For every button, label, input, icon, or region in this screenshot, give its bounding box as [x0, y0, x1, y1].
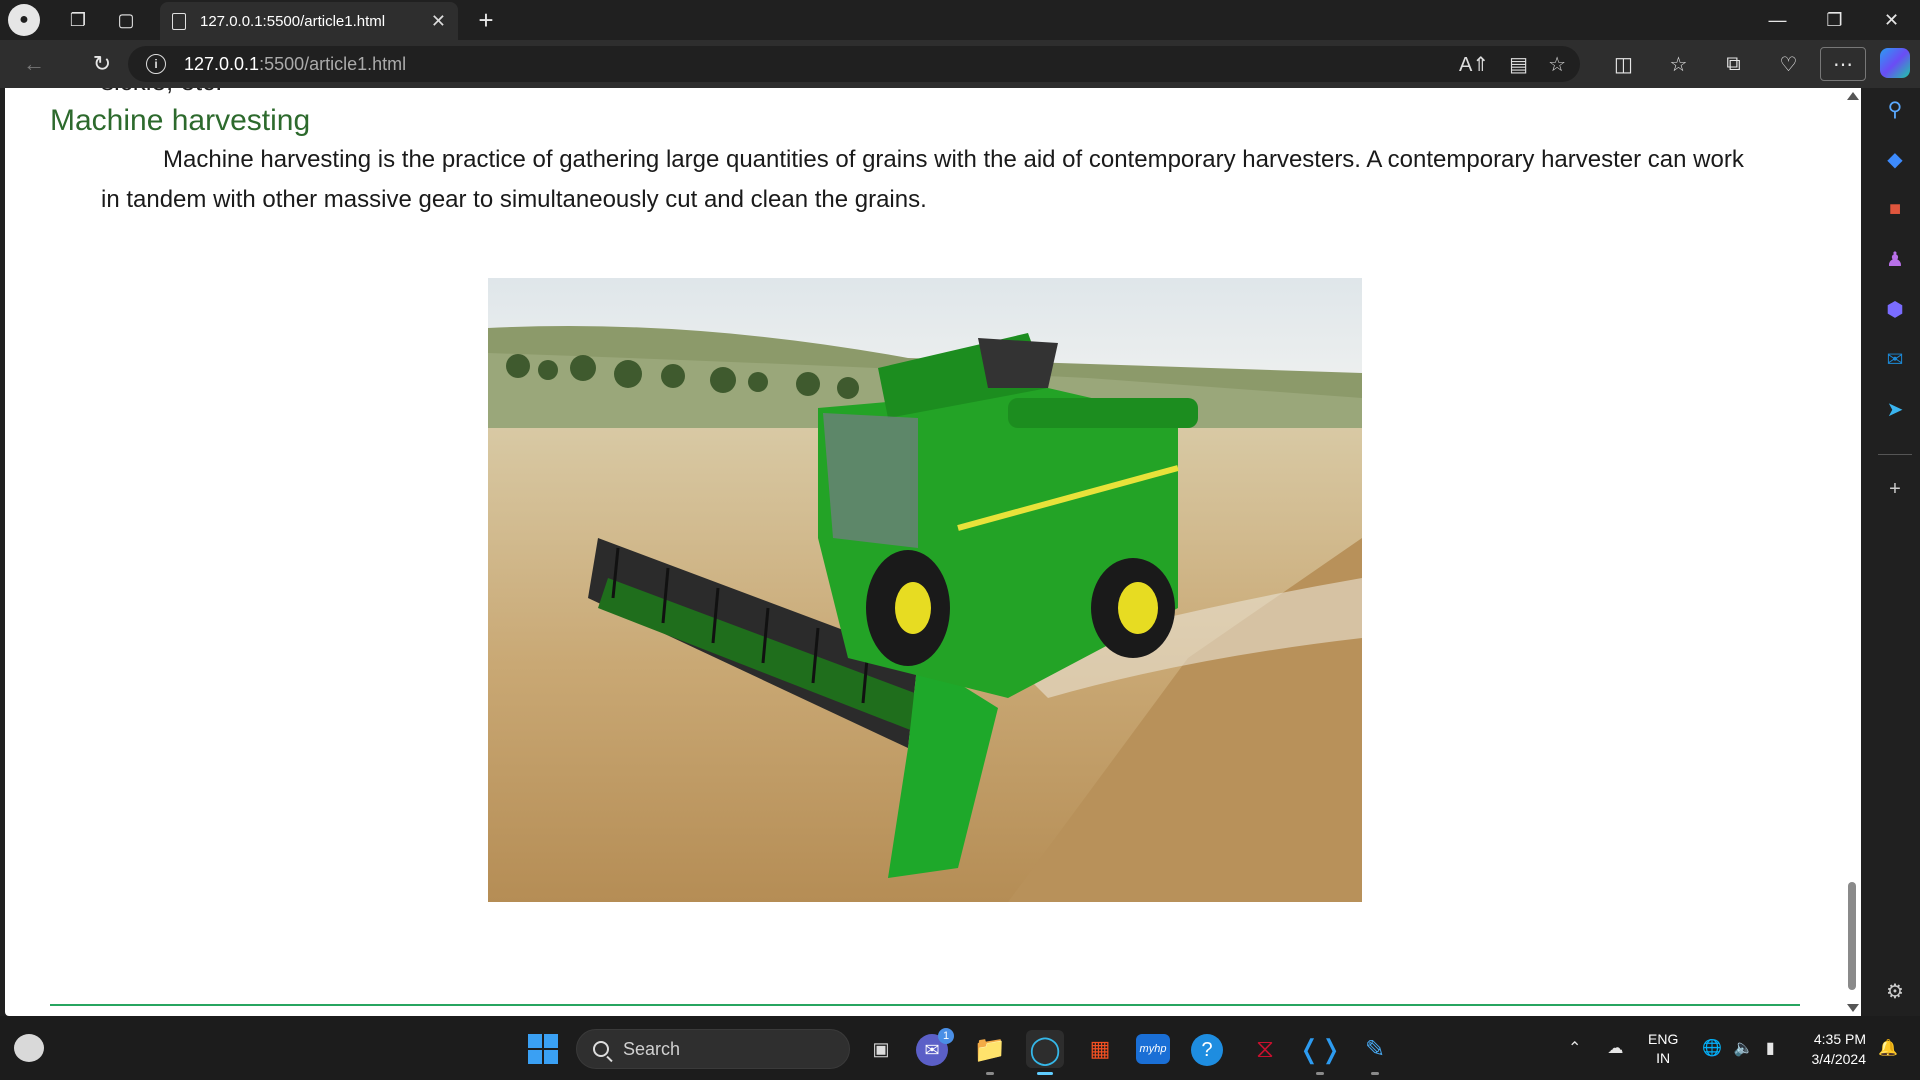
task-view-icon[interactable]: ▣	[862, 1030, 900, 1068]
system-clock[interactable]: 4:35 PM 3/4/2024	[1802, 1029, 1867, 1069]
sidebar-microsoft365-icon[interactable]: ⬢	[1880, 294, 1910, 324]
taskbar-search[interactable]: Search	[576, 1029, 850, 1069]
split-screen-icon[interactable]: ◫	[1596, 44, 1651, 84]
scroll-down-arrow-icon[interactable]	[1847, 1004, 1859, 1012]
sidebar-games-icon[interactable]: ♟	[1880, 244, 1910, 274]
start-button[interactable]	[528, 1034, 558, 1064]
sidebar-drop-icon[interactable]: ➤	[1880, 394, 1910, 424]
teams-chat-icon[interactable]: ✉ 1	[916, 1028, 954, 1066]
page-scrollbar[interactable]	[1843, 88, 1861, 1016]
address-bar[interactable]: i 127.0.0.1:5500/article1.html A⇑ ▤ ☆	[128, 46, 1580, 82]
restore-icon[interactable]: ❐	[1806, 0, 1863, 40]
search-icon	[593, 1041, 609, 1057]
harvester-illustration	[488, 278, 1362, 902]
browser-title-bar: ● ❐ ▢ 127.0.0.1:5500/article1.html ✕ + —…	[0, 0, 1920, 40]
file-explorer-indicator	[986, 1072, 994, 1075]
quick-settings[interactable]: 🌐 🔈 ▮	[1702, 1016, 1775, 1080]
sidebar-settings-icon[interactable]: ⚙	[1880, 976, 1910, 1006]
clock-date: 3/4/2024	[1811, 1051, 1867, 1067]
mcafee-icon[interactable]: ⧖	[1246, 1030, 1284, 1068]
favorites-icon[interactable]: ☆	[1651, 44, 1706, 84]
footer-divider	[50, 1004, 1800, 1006]
tab-actions-icon[interactable]: ▢	[106, 0, 146, 40]
profile-avatar-icon[interactable]: ●	[8, 4, 40, 36]
close-window-icon[interactable]: ✕	[1863, 0, 1920, 40]
clock-time: 4:35 PM	[1813, 1031, 1866, 1047]
copilot-icon[interactable]	[1880, 48, 1910, 78]
refresh-icon[interactable]: ↻	[80, 44, 124, 84]
vscode-indicator	[1316, 1072, 1324, 1075]
file-explorer-icon[interactable]: 📁	[971, 1030, 1009, 1068]
sidebar-separator	[1878, 454, 1912, 455]
language-region: IN	[1656, 1050, 1671, 1066]
section-paragraph: Machine harvesting is the practice of ga…	[101, 146, 1744, 213]
close-tab-icon[interactable]: ✕	[431, 11, 446, 32]
url-host: 127.0.0.1	[184, 53, 260, 74]
edge-sidebar: ⚲ ◆ ■ ♟ ⬢ ✉ ➤ + ⚙	[1870, 88, 1920, 1016]
url-path: :5500/article1.html	[259, 53, 407, 74]
collections-icon[interactable]: ⧉	[1706, 44, 1761, 84]
paint-icon[interactable]: ✎	[1356, 1030, 1394, 1068]
notifications-icon[interactable]: 🔔	[1878, 1016, 1898, 1080]
vscode-icon[interactable]: ❬❭	[1298, 1030, 1342, 1068]
weather-icon[interactable]	[14, 1034, 44, 1062]
browser-tools: ◫ ☆ ⧉ ♡ ⋯	[1596, 44, 1866, 84]
windows-taskbar: Search ▣ ✉ 1 📁 ◯ ▦ myhp ? ⧖ ❬❭ ✎ ⌃ ☁ ENG…	[0, 1016, 1920, 1080]
edge-active-indicator	[1037, 1072, 1053, 1075]
address-bar-actions: A⇑ ▤ ☆	[1459, 46, 1566, 82]
sidebar-shopping-icon[interactable]: ◆	[1880, 144, 1910, 174]
previous-paragraph-end: sickle, etc.	[101, 88, 222, 97]
page-icon	[172, 12, 186, 30]
site-info-icon[interactable]: i	[146, 54, 166, 74]
network-icon: 🌐	[1702, 1040, 1722, 1057]
sidebar-outlook-icon[interactable]: ✉	[1880, 344, 1910, 374]
scroll-thumb[interactable]	[1848, 882, 1856, 990]
browser-toolbar: ← ↻ i 127.0.0.1:5500/article1.html A⇑ ▤ …	[0, 40, 1920, 88]
minimize-icon[interactable]: —	[1749, 0, 1806, 40]
read-aloud-icon[interactable]: A⇑	[1459, 52, 1489, 77]
section-heading: Machine harvesting	[50, 104, 311, 137]
sidebar-tools-icon[interactable]: ■	[1880, 194, 1910, 224]
browser-tab[interactable]: 127.0.0.1:5500/article1.html ✕	[160, 2, 458, 40]
onedrive-icon[interactable]: ☁	[1607, 1038, 1623, 1058]
teams-badge: 1	[938, 1028, 954, 1044]
help-icon[interactable]: ?	[1191, 1034, 1223, 1066]
sidebar-add-icon[interactable]: +	[1880, 474, 1910, 504]
sidebar-search-icon[interactable]: ⚲	[1880, 94, 1910, 124]
language-code: ENG	[1648, 1031, 1679, 1047]
battery-icon: ▮	[1765, 1040, 1775, 1057]
window-controls: — ❐ ✕	[1749, 0, 1920, 40]
browser-essentials-icon[interactable]: ♡	[1761, 44, 1816, 84]
edge-browser-icon[interactable]: ◯	[1026, 1030, 1064, 1068]
show-hidden-icons-icon[interactable]: ⌃	[1568, 1038, 1581, 1058]
immersive-reader-icon[interactable]: ▤	[1509, 52, 1528, 77]
favorite-star-icon[interactable]: ☆	[1548, 52, 1566, 77]
address-url[interactable]: 127.0.0.1:5500/article1.html	[184, 54, 406, 75]
combine-harvester-image	[488, 278, 1362, 902]
tab-title: 127.0.0.1:5500/article1.html	[200, 12, 386, 30]
search-label: Search	[623, 1038, 681, 1059]
system-tray: ⌃ ☁	[1568, 1016, 1623, 1080]
back-icon[interactable]: ←	[12, 44, 56, 84]
myhp-icon[interactable]: myhp	[1136, 1034, 1170, 1064]
workspaces-icon[interactable]: ❐	[58, 0, 98, 40]
scroll-up-arrow-icon[interactable]	[1847, 92, 1859, 100]
new-tab-button[interactable]: +	[466, 0, 506, 40]
language-indicator[interactable]: ENG IN	[1648, 1030, 1678, 1068]
microsoft-store-icon[interactable]: ▦	[1081, 1030, 1119, 1068]
more-menu-icon[interactable]: ⋯	[1820, 47, 1866, 81]
paint-indicator	[1371, 1072, 1379, 1075]
volume-icon: 🔈	[1733, 1040, 1754, 1057]
page-viewport: sickle, etc. Machine harvesting Machine …	[5, 88, 1849, 1016]
